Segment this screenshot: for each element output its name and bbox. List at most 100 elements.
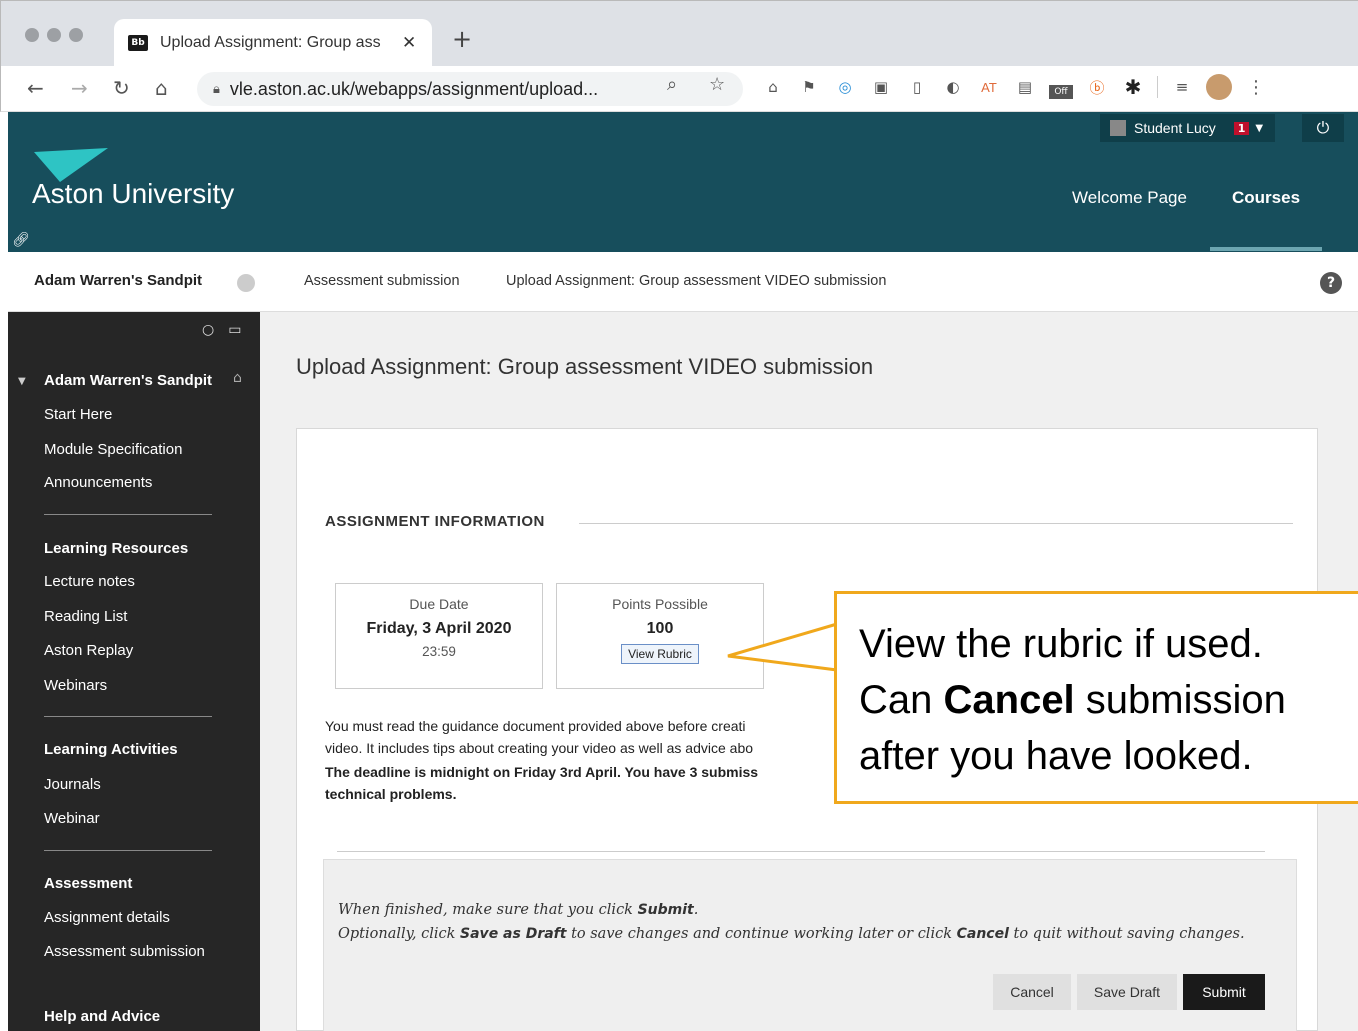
link-icon[interactable]: 🔗︎ — [12, 232, 30, 248]
document-extension-icon[interactable]: ▯ — [905, 75, 929, 99]
section-heading: ASSIGNMENT INFORMATION — [325, 513, 545, 530]
instruction-emphasis: Cancel — [956, 926, 1009, 942]
asterisk-extension-icon[interactable]: ✱ — [1121, 75, 1145, 99]
breadcrumb: Adam Warren's Sandpit Assessment submiss… — [8, 252, 1358, 312]
profile-avatar[interactable] — [1206, 74, 1232, 100]
sidebar-item-reading-list[interactable]: Reading List — [44, 608, 127, 625]
callout-emphasis: Cancel — [943, 678, 1075, 722]
course-menu-title[interactable]: Adam Warren's Sandpit — [44, 372, 212, 389]
instruction-line-2: Optionally, click Save as Draft to save … — [338, 922, 1245, 946]
callout-line: after you have looked. — [859, 734, 1253, 778]
folder-icon[interactable]: ▭ — [228, 322, 241, 338]
address-bar[interactable]: 🔒︎ vle.aston.ac.uk/webapps/assignment/up… — [197, 72, 743, 106]
off-extension-icon[interactable]: Off — [1049, 85, 1073, 99]
flag-extension-icon[interactable]: ⚑ — [797, 75, 821, 99]
deadline-line: The deadline is midnight on Friday 3rd A… — [325, 764, 759, 780]
site-header: Aston University 🔗︎ Student Lucy 1 ▼ ⏻ W… — [8, 112, 1358, 252]
callout-text: View the rubric if used. Can Cancel subm… — [859, 616, 1286, 784]
window-zoom-icon[interactable] — [69, 28, 83, 42]
tab-close-icon[interactable]: ✕ — [402, 33, 416, 53]
user-name: Student Lucy — [1134, 120, 1216, 136]
blackboard-favicon-icon: Bb — [128, 35, 148, 51]
cancel-button[interactable]: Cancel — [993, 974, 1071, 1010]
forward-icon[interactable]: → — [71, 76, 88, 100]
sidebar-item-announcements[interactable]: Announcements — [44, 474, 152, 491]
page-title: Upload Assignment: Group assessment VIDE… — [296, 354, 874, 379]
reading-list-icon[interactable]: ≡ — [1170, 75, 1194, 99]
tab-title: Upload Assignment: Group ass — [160, 34, 381, 51]
submit-button[interactable]: Submit — [1183, 974, 1265, 1010]
bank-extension-icon[interactable]: ⌂ — [761, 75, 785, 99]
content-divider — [337, 851, 1265, 852]
sidebar-heading-help-and-advice: Help and Advice — [44, 1008, 161, 1025]
sidebar-item-lecture-notes[interactable]: Lecture notes — [44, 573, 135, 590]
course-home-icon[interactable]: ⌂ — [233, 370, 242, 386]
instruction-text: . — [693, 902, 699, 918]
notification-badge: 1 — [1233, 121, 1250, 135]
home-icon[interactable]: ⌂ — [155, 76, 168, 100]
bookmark-star-icon[interactable]: ☆ — [709, 74, 725, 95]
h-extension-icon[interactable]: ▤ — [1013, 75, 1037, 99]
site-logo-text[interactable]: Aston University — [32, 178, 234, 210]
points-possible-label: Points Possible — [612, 596, 708, 612]
at-extension-icon[interactable]: AT — [977, 75, 1001, 99]
browser-tab[interactable]: Bb Upload Assignment: Group ass ✕ — [114, 19, 432, 67]
sidebar-heading-learning-activities: Learning Activities — [44, 741, 178, 758]
window-minimize-icon[interactable] — [47, 28, 61, 42]
deadline-line: technical problems. — [325, 786, 457, 802]
browser-menu-icon[interactable]: ⋮ — [1244, 75, 1268, 99]
toolbar-separator — [1157, 76, 1158, 98]
sidebar-item-aston-replay[interactable]: Aston Replay — [44, 642, 133, 659]
sidebar-item-assignment-details[interactable]: Assignment details — [44, 909, 170, 926]
breadcrumb-current-page: Upload Assignment: Group assessment VIDE… — [506, 273, 887, 289]
annotation-callout: View the rubric if used. Can Cancel subm… — [834, 591, 1358, 804]
new-tab-icon[interactable]: + — [452, 27, 472, 51]
due-date-value: Friday, 3 April 2020 — [366, 620, 512, 637]
due-date-label: Due Date — [409, 596, 469, 612]
window-close-icon[interactable] — [25, 28, 39, 42]
callout-text-part: Can — [859, 678, 944, 722]
user-menu[interactable]: Student Lucy 1 ▼ — [1100, 114, 1276, 142]
sidebar-item-webinars[interactable]: Webinars — [44, 677, 107, 694]
collapse-caret-icon[interactable]: ▼ — [18, 376, 26, 387]
globe-extension-icon[interactable]: ◎ — [833, 75, 857, 99]
reload-icon[interactable]: ↻ — [113, 76, 130, 100]
guidance-line: video. It includes tips about creating y… — [325, 740, 754, 756]
course-menu-chevron-icon[interactable] — [237, 274, 255, 292]
course-menu: ○ ▭ ▼ Adam Warren's Sandpit ⌂ Start Here… — [8, 312, 260, 1031]
due-time-value: 23:59 — [422, 644, 456, 659]
circle-extension-icon[interactable]: ◐ — [941, 75, 965, 99]
breadcrumb-course[interactable]: Adam Warren's Sandpit — [34, 272, 202, 289]
chevron-down-icon: ▼ — [1255, 122, 1264, 134]
nav-courses[interactable]: Courses — [1232, 188, 1300, 208]
sidebar-item-start-here[interactable]: Start Here — [44, 406, 112, 423]
back-icon[interactable]: ← — [27, 76, 44, 100]
sidebar-item-journals[interactable]: Journals — [44, 776, 101, 793]
callout-text-part: submission — [1074, 678, 1286, 722]
section-divider — [579, 523, 1293, 524]
nav-welcome-page[interactable]: Welcome Page — [1072, 188, 1187, 208]
breadcrumb-assessment-submission[interactable]: Assessment submission — [304, 273, 460, 289]
instruction-emphasis: Save as Draft — [460, 926, 567, 942]
zoom-icon[interactable]: ⌕ — [667, 74, 677, 95]
callout-line: View the rubric if used. — [859, 622, 1263, 666]
save-draft-button[interactable]: Save Draft — [1077, 974, 1177, 1010]
sidebar-divider — [44, 514, 212, 515]
assignment-instructions: You must read the guidance document prov… — [325, 715, 845, 805]
course-menu-tools: ○ ▭ — [202, 322, 241, 338]
pocket-extension-icon[interactable]: ▣ — [869, 75, 893, 99]
instruction-emphasis: Submit — [637, 902, 694, 918]
sidebar-item-webinar[interactable]: Webinar — [44, 810, 100, 827]
sidebar-heading-assessment: Assessment — [44, 875, 133, 892]
user-avatar — [1110, 120, 1126, 136]
help-icon[interactable]: ? — [1320, 272, 1342, 294]
sidebar-divider — [44, 716, 212, 717]
b-extension-icon[interactable]: ⓑ — [1085, 75, 1109, 99]
sidebar-item-module-specification[interactable]: Module Specification — [44, 441, 182, 458]
refresh-icon[interactable]: ○ — [202, 322, 214, 338]
logout-power-icon[interactable]: ⏻ — [1302, 114, 1344, 142]
browser-toolbar: ← → ↻ ⌂ 🔒︎ vle.aston.ac.uk/webapps/assig… — [0, 66, 1358, 112]
view-rubric-button[interactable]: View Rubric — [621, 644, 699, 664]
instruction-line-1: When finished, make sure that you click … — [338, 898, 1245, 922]
sidebar-item-assessment-submission[interactable]: Assessment submission — [44, 943, 205, 960]
